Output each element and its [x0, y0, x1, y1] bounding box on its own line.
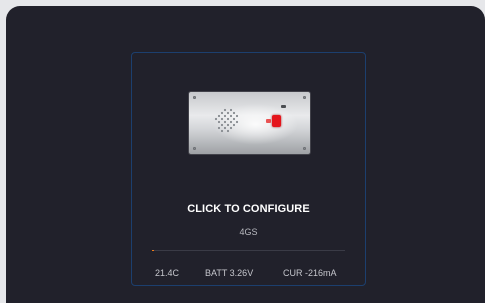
- app-window: CLICK TO CONFIGURE 4GS 21.4C BATT 3.26V …: [6, 6, 485, 303]
- device-stats: 21.4C BATT 3.26V CUR -216mA: [132, 268, 365, 280]
- screw-icon: [303, 96, 306, 99]
- device-title[interactable]: CLICK TO CONFIGURE: [132, 203, 365, 215]
- progress-fill: [152, 250, 154, 251]
- screw-icon: [193, 147, 196, 150]
- device-card[interactable]: CLICK TO CONFIGURE 4GS 21.4C BATT 3.26V …: [131, 52, 366, 286]
- status-light-icon: [266, 119, 271, 123]
- battery-value: BATT 3.26V: [205, 268, 254, 278]
- intercom-device-icon[interactable]: [189, 92, 310, 154]
- led-indicator-icon: [281, 105, 286, 108]
- speaker-grille-icon: [214, 108, 239, 133]
- device-model: 4GS: [239, 227, 258, 237]
- current-value: CUR -216mA: [283, 268, 337, 278]
- device-faceplate: [189, 92, 310, 154]
- call-button-icon: [272, 115, 281, 127]
- screw-icon: [193, 96, 196, 99]
- progress-bar: [152, 250, 345, 251]
- screw-icon: [303, 147, 306, 150]
- temperature-value: 21.4C: [155, 268, 180, 278]
